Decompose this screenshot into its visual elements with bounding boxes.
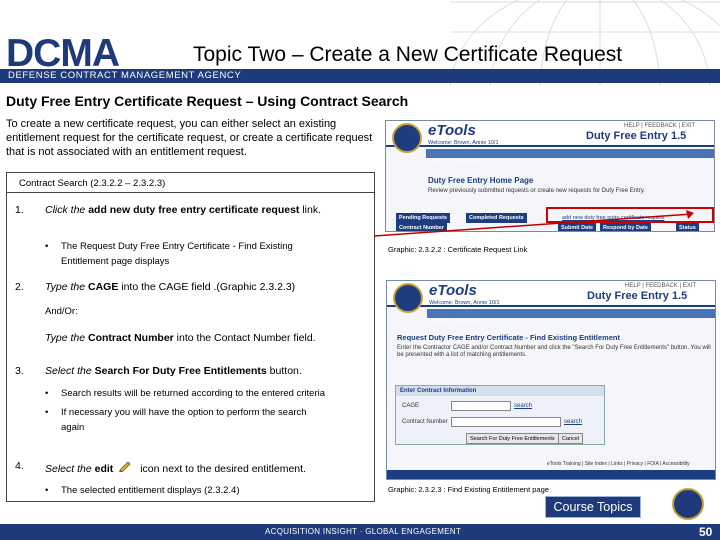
top-links: HELP | FEEDBACK | EXIT — [625, 283, 697, 289]
page-number: 50 — [699, 525, 713, 539]
find-description: Enter the Contractor CAGE and/or Contrac… — [397, 345, 711, 358]
page-title: Topic Two – Create a New Certificate Req… — [193, 43, 623, 66]
contract-search-link[interactable]: search — [564, 419, 582, 425]
tagline: ACQUISITION INSIGHT · GLOBAL ENGAGEMENT — [265, 527, 462, 536]
cage-search-link[interactable]: search — [514, 403, 532, 409]
etools-logo: eTools — [429, 282, 477, 299]
step-4-bullet: • The selected entitlement displays (2.3… — [45, 485, 240, 496]
step-4-text: Select the edit icon next to the desired… — [45, 460, 306, 475]
home-heading: Duty Free Entry Home Page — [428, 176, 534, 185]
nav-home[interactable]: Home — [431, 318, 446, 324]
box-heading: Contract Search (2.3.2.2 – 2.3.2.3) — [7, 173, 374, 193]
cage-label: CAGE — [402, 403, 420, 409]
contract-number-line: Type the Contract Number into the Contac… — [45, 332, 316, 344]
contract-number-label: Contract Number — [402, 419, 448, 425]
product-name: Duty Free Entry 1.5 — [587, 290, 688, 302]
footer-bar: ACQUISITION INSIGHT · GLOBAL ENGAGEMENT … — [0, 524, 720, 540]
course-topics-button[interactable]: Course Topics — [545, 496, 641, 518]
step-1-bullet: • The Request Duty Free Entry Certificat… — [45, 241, 293, 267]
dcma-seal-icon — [393, 283, 423, 313]
product-name: Duty Free Entry 1.5 — [586, 130, 687, 142]
welcome-text: Welcome: Brown, Annie 10/1 — [428, 140, 499, 146]
instruction-box: Contract Search (2.3.2.2 – 2.3.2.3) 1. C… — [6, 172, 375, 502]
caption-graphic-2: Graphic: 2.3.2.3 : Find Existing Entitle… — [388, 485, 549, 494]
agency-bar: DEFENSE CONTRACT MANAGEMENT AGENCY — [0, 69, 720, 83]
contract-info-form: Enter Contract Information CAGE search C… — [395, 385, 605, 445]
step-number: 2. — [15, 281, 24, 293]
welcome-text: Welcome: Brown, Annie 10/1 — [429, 300, 500, 306]
cancel-button[interactable]: Cancel — [558, 433, 584, 444]
nav-review-list[interactable]: Review List — [453, 158, 481, 164]
form-title: Enter Contract Information — [396, 386, 604, 396]
screenshot-find-entitlement: eTools Duty Free Entry 1.5 HELP | FEEDBA… — [386, 280, 716, 480]
cage-input[interactable] — [451, 401, 511, 411]
search-entitlements-button[interactable]: Search For Duty Free Entitlements — [466, 433, 559, 444]
footer-links: eTools Training | Site Index | Links | P… — [547, 461, 690, 467]
home-description: Review previously submitted requests or … — [428, 188, 645, 194]
agency-name: DEFENSE CONTRACT MANAGEMENT AGENCY — [8, 70, 242, 81]
step-3-text: Select the Search For Duty Free Entitlem… — [45, 365, 302, 377]
caption-graphic-1: Graphic: 2.3.2.2 : Certificate Request L… — [388, 245, 528, 254]
and-or-label: And/Or: — [45, 306, 78, 317]
pencil-icon — [119, 461, 131, 473]
etools-footer — [387, 470, 715, 479]
nav-bar: Home Review List — [426, 149, 714, 164]
step-2-text: Type the CAGE into the CAGE field .(Grap… — [45, 281, 296, 293]
section-title: Duty Free Entry Certificate Request – Us… — [6, 93, 409, 109]
contract-number-input[interactable] — [451, 417, 561, 427]
step-3-bullet: • If necessary you will have the option … — [45, 407, 307, 433]
dcma-seal-icon — [672, 488, 704, 520]
etools-logo: eTools — [428, 122, 476, 139]
nav-home[interactable]: Home — [430, 158, 445, 164]
step-number: 4. — [15, 460, 24, 472]
step-1-text: Click the add new duty free entry certif… — [45, 204, 322, 216]
find-heading: Request Duty Free Entry Certificate - Fi… — [397, 333, 620, 342]
top-links: HELP | FEEDBACK | EXIT — [624, 123, 696, 129]
step-3-bullet: • Search results will be returned accord… — [45, 388, 326, 399]
step-number: 1. — [15, 204, 24, 216]
step-number: 3. — [15, 365, 24, 377]
slide-header: DCMA Topic Two – Create a New Certificat… — [0, 0, 720, 86]
intro-text: To create a new certificate request, you… — [6, 118, 373, 158]
callout-arrow — [373, 210, 694, 237]
dcma-seal-icon — [392, 123, 422, 153]
dcma-logo: DCMA — [6, 32, 120, 75]
nav-review-list[interactable]: Review List — [454, 318, 482, 324]
nav-bar: Home Review List — [427, 309, 715, 324]
